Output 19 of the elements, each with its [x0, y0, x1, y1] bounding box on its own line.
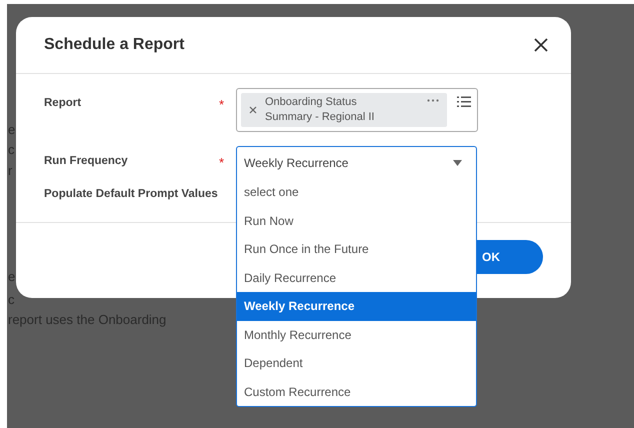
dropdown-option[interactable]: Weekly Recurrence — [237, 292, 476, 320]
report-field[interactable]: Onboarding Status Summary - Regional II — [236, 88, 478, 132]
list-icon[interactable] — [457, 96, 471, 108]
caret-icon — [453, 160, 462, 166]
more-icon[interactable] — [427, 99, 439, 102]
dialog-title: Schedule a Report — [44, 36, 184, 54]
required-mark: * — [219, 155, 224, 170]
dropdown-option[interactable]: Custom Recurrence — [237, 378, 476, 406]
dropdown-option[interactable]: Monthly Recurrence — [237, 320, 476, 349]
chip-text: Onboarding Status Summary - Regional II — [265, 95, 376, 125]
remove-icon[interactable] — [249, 106, 257, 114]
field-label: Report — [44, 97, 82, 109]
required-mark: * — [219, 97, 224, 112]
field-label: Populate Default Prompt Values — [44, 188, 219, 200]
frequency-dropdown[interactable]: Weekly Recurrence — [236, 146, 477, 179]
dropdown-option[interactable]: select one — [237, 178, 476, 206]
dropdown-option[interactable]: Dependent — [237, 349, 476, 378]
field-label: Run Frequency — [44, 155, 129, 167]
dropdown-option[interactable]: Run Now — [237, 206, 476, 235]
